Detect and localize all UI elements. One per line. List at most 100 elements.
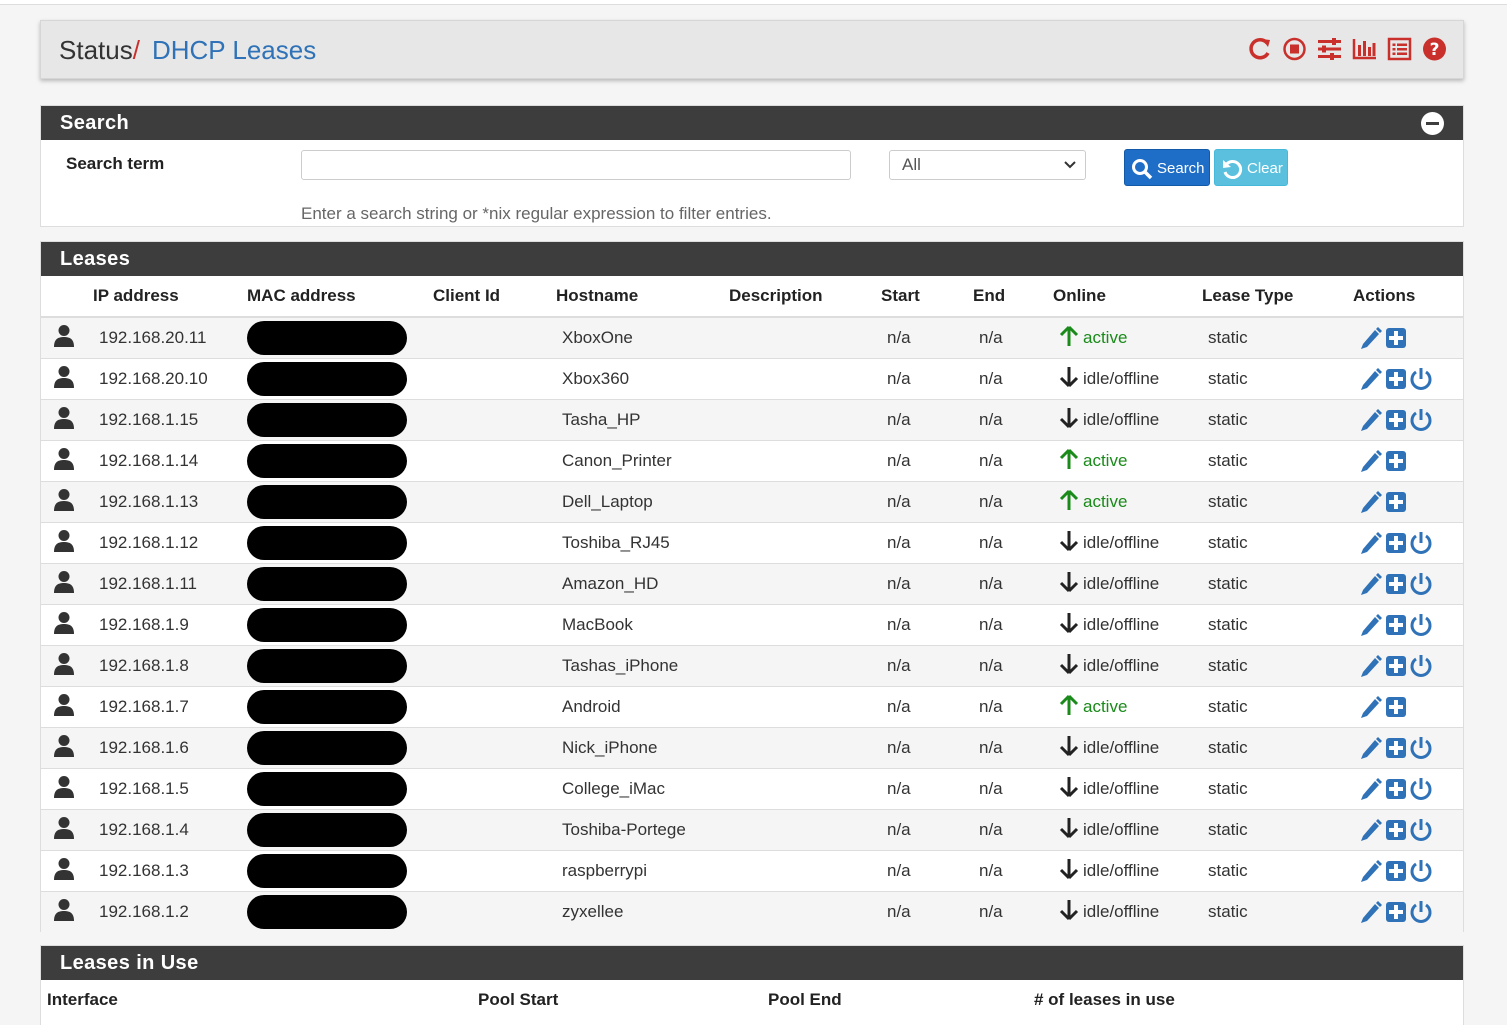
lease-hostname: Android xyxy=(556,686,729,728)
search-button[interactable]: Search xyxy=(1124,149,1210,186)
table-row: 192.168.1.4 Toshiba-Portege n/a n/a idle/off… xyxy=(41,809,1463,851)
col-description[interactable]: Description xyxy=(729,276,881,318)
col-start[interactable]: Start xyxy=(881,276,973,318)
add-plus-icon[interactable] xyxy=(1385,409,1409,430)
lease-ip: 192.168.1.5 xyxy=(93,768,247,810)
lease-client-id xyxy=(433,686,556,728)
edit-pencil-icon[interactable] xyxy=(1359,532,1385,554)
edit-pencil-icon[interactable] xyxy=(1359,778,1385,800)
power-icon[interactable] xyxy=(1409,737,1435,759)
power-icon[interactable] xyxy=(1409,655,1435,677)
arrow-up-icon xyxy=(1059,448,1079,475)
lease-ip: 192.168.1.6 xyxy=(93,727,247,769)
edit-pencil-icon[interactable] xyxy=(1359,573,1385,595)
lease-client-id xyxy=(433,316,556,359)
status-chart-icon[interactable] xyxy=(1352,36,1377,62)
help-icon[interactable]: ? xyxy=(1422,36,1447,62)
table-row: 192.168.1.6 Nick_iPhone n/a n/a idle/offline… xyxy=(41,727,1463,769)
lease-mac xyxy=(247,645,433,687)
col-ip[interactable]: IP address xyxy=(93,276,247,318)
col-mac[interactable]: MAC address xyxy=(247,276,433,318)
add-plus-icon[interactable] xyxy=(1385,696,1409,717)
lease-actions xyxy=(1353,686,1463,728)
col-pool-start[interactable]: Pool Start xyxy=(472,980,762,1020)
lease-online: idle/offline xyxy=(1053,522,1202,564)
power-icon[interactable] xyxy=(1409,409,1435,431)
col-lease-type[interactable]: Lease Type xyxy=(1202,276,1353,318)
lease-start: n/a xyxy=(881,727,973,769)
lease-mac xyxy=(247,522,433,564)
power-icon[interactable] xyxy=(1409,573,1435,595)
edit-pencil-icon[interactable] xyxy=(1359,491,1385,513)
lease-start: n/a xyxy=(881,768,973,810)
col-pool-end[interactable]: Pool End xyxy=(762,980,1028,1020)
clear-button[interactable]: Clear xyxy=(1214,149,1288,186)
power-icon[interactable] xyxy=(1409,778,1435,800)
log-list-icon[interactable] xyxy=(1387,36,1412,62)
col-online[interactable]: Online xyxy=(1053,276,1202,318)
arrow-down-icon xyxy=(1059,407,1079,434)
edit-pencil-icon[interactable] xyxy=(1359,737,1385,759)
edit-pencil-icon[interactable] xyxy=(1359,614,1385,636)
collapse-icon[interactable] xyxy=(1421,112,1444,135)
col-hostname[interactable]: Hostname xyxy=(556,276,729,318)
edit-pencil-icon[interactable] xyxy=(1359,860,1385,882)
power-icon[interactable] xyxy=(1409,532,1435,554)
breadcrumb-current[interactable]: DHCP Leases xyxy=(152,35,316,65)
lease-type: static xyxy=(1202,686,1353,728)
lease-start: n/a xyxy=(881,891,973,932)
clear-button-label: Clear xyxy=(1247,160,1283,177)
add-plus-icon[interactable] xyxy=(1385,655,1409,676)
power-icon[interactable] xyxy=(1409,614,1435,636)
add-plus-icon[interactable] xyxy=(1385,614,1409,635)
lease-description xyxy=(729,891,881,932)
lease-online: idle/offline xyxy=(1053,891,1202,932)
leases-in-use-panel: Leases in Use Interface Pool Start Pool … xyxy=(40,945,1464,1025)
breadcrumb-parent[interactable]: Status xyxy=(59,35,133,65)
add-plus-icon[interactable] xyxy=(1385,901,1409,922)
col-client-id[interactable]: Client Id xyxy=(433,276,556,318)
add-plus-icon[interactable] xyxy=(1385,819,1409,840)
col-leases-in-use[interactable]: # of leases in use xyxy=(1028,980,1463,1020)
edit-pencil-icon[interactable] xyxy=(1359,409,1385,431)
leases-panel-header: Leases xyxy=(41,242,1463,276)
lease-actions xyxy=(1353,727,1463,769)
arrow-up-icon xyxy=(1059,489,1079,516)
add-plus-icon[interactable] xyxy=(1385,491,1409,512)
settings-sliders-icon[interactable] xyxy=(1317,36,1342,62)
stop-service-icon[interactable] xyxy=(1282,36,1307,62)
search-field-select[interactable]: All xyxy=(889,150,1086,180)
edit-pencil-icon[interactable] xyxy=(1359,368,1385,390)
add-plus-icon[interactable] xyxy=(1385,532,1409,553)
add-plus-icon[interactable] xyxy=(1385,778,1409,799)
restart-service-icon[interactable] xyxy=(1247,36,1272,62)
lease-actions xyxy=(1353,604,1463,646)
add-plus-icon[interactable] xyxy=(1385,573,1409,594)
lease-description xyxy=(729,809,881,851)
add-plus-icon[interactable] xyxy=(1385,860,1409,881)
lease-description xyxy=(729,768,881,810)
power-icon[interactable] xyxy=(1409,368,1435,390)
search-input[interactable] xyxy=(301,150,851,180)
lease-description xyxy=(729,604,881,646)
lease-client-id xyxy=(433,481,556,523)
lease-end: n/a xyxy=(973,522,1053,564)
lease-description xyxy=(729,645,881,687)
edit-pencil-icon[interactable] xyxy=(1359,819,1385,841)
add-plus-icon[interactable] xyxy=(1385,450,1409,471)
col-end[interactable]: End xyxy=(973,276,1053,318)
add-plus-icon[interactable] xyxy=(1385,327,1409,348)
power-icon[interactable] xyxy=(1409,901,1435,923)
power-icon[interactable] xyxy=(1409,860,1435,882)
leases-in-use-header: Leases in Use xyxy=(41,946,1463,980)
edit-pencil-icon[interactable] xyxy=(1359,450,1385,472)
add-plus-icon[interactable] xyxy=(1385,737,1409,758)
edit-pencil-icon[interactable] xyxy=(1359,901,1385,923)
add-plus-icon[interactable] xyxy=(1385,368,1409,389)
edit-pencil-icon[interactable] xyxy=(1359,655,1385,677)
edit-pencil-icon[interactable] xyxy=(1359,327,1385,349)
col-interface[interactable]: Interface xyxy=(41,980,472,1020)
power-icon[interactable] xyxy=(1409,819,1435,841)
col-actions: Actions xyxy=(1353,276,1463,318)
edit-pencil-icon[interactable] xyxy=(1359,696,1385,718)
